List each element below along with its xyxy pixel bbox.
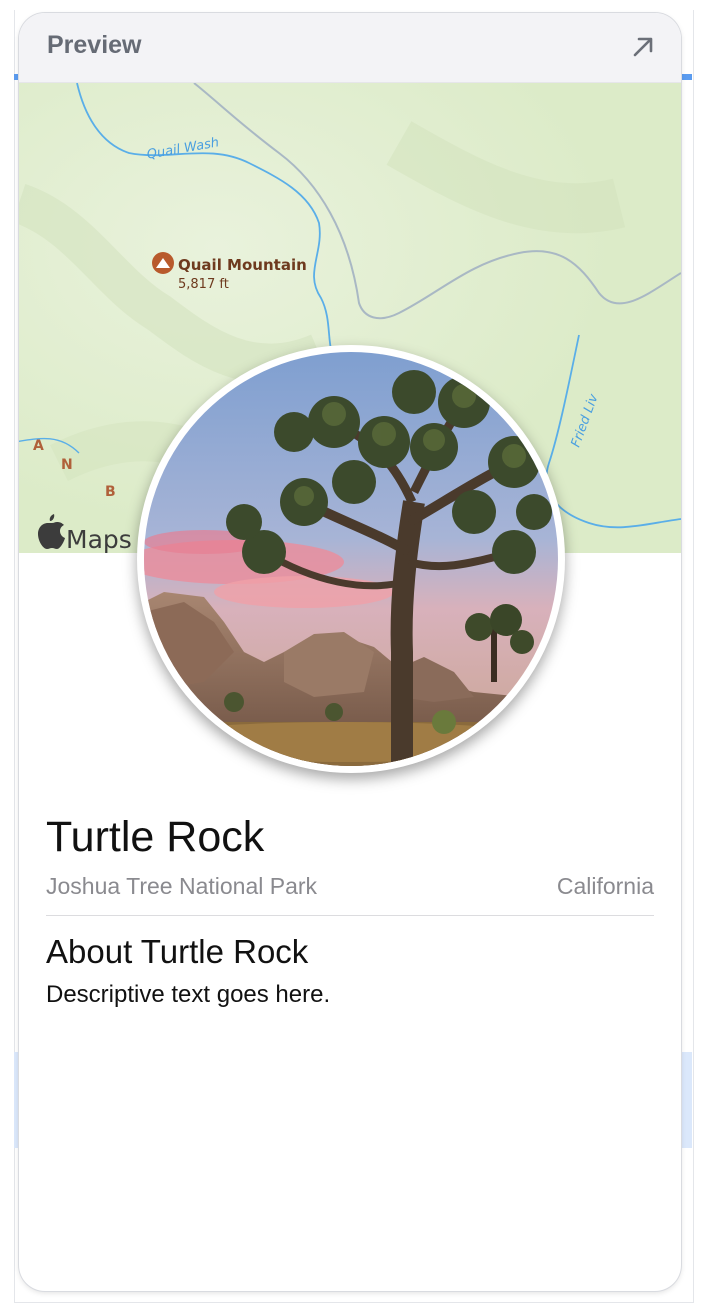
landmark-photo [144, 352, 558, 766]
range-letter-a: A [33, 438, 44, 454]
landmark-name: Turtle Rock [46, 813, 265, 861]
about-heading: About Turtle Rock [46, 933, 309, 970]
quail-mountain-elevation: 5,817 ft [178, 277, 229, 292]
range-letter-b: B [105, 484, 116, 500]
preview-card: Preview Quail Wash Quail Mountain 5,817 … [19, 13, 681, 1291]
description-text: Descriptive text goes here. [46, 981, 331, 1008]
maps-attribution-label: Maps [66, 525, 132, 553]
preview-title: Preview [47, 31, 142, 59]
park-name: Joshua Tree National Park [46, 873, 318, 899]
arrow-up-right-icon [633, 37, 653, 57]
state-name: California [556, 873, 654, 899]
preview-header: Preview [19, 13, 681, 83]
landmark-subtitle-row: Joshua Tree National Park California [46, 873, 654, 903]
expand-button[interactable] [629, 33, 657, 61]
landmark-photo-frame [137, 345, 565, 773]
range-letter-n: N [61, 457, 73, 473]
quail-mountain-label: Quail Mountain [178, 256, 307, 274]
divider [46, 915, 654, 916]
